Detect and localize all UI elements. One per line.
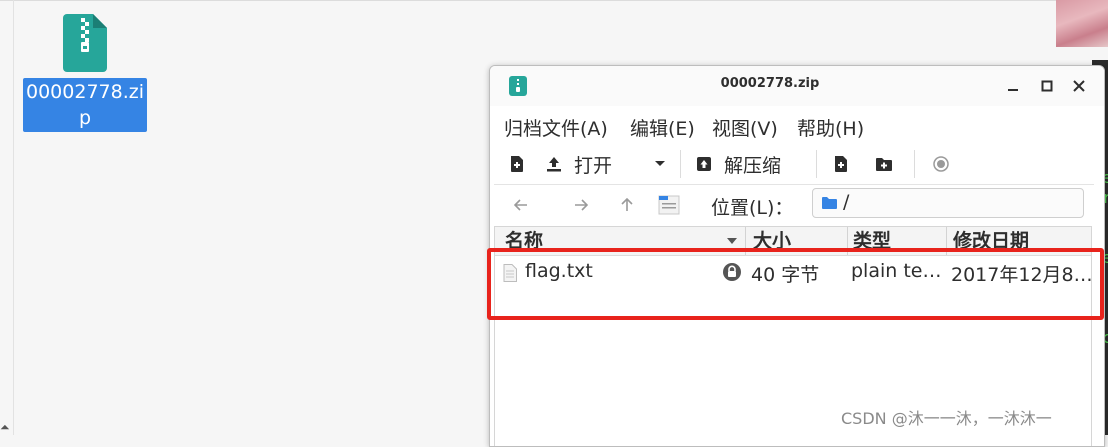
up-button[interactable] [616, 194, 638, 216]
minimize-icon [1008, 89, 1018, 91]
add-folder-button[interactable] [876, 150, 892, 178]
open-button[interactable]: 打开 [546, 150, 612, 178]
close-button[interactable] [1067, 74, 1091, 98]
add-files-button[interactable] [834, 150, 848, 178]
stop-button[interactable] [933, 150, 949, 178]
desktop-file-label: 00002778.zip [23, 78, 147, 132]
add-file-icon [835, 156, 847, 172]
new-archive-button[interactable] [510, 150, 524, 178]
wallpaper-photo-corner [1056, 0, 1108, 47]
forward-button[interactable] [570, 194, 592, 216]
open-label: 打开 [574, 154, 613, 177]
extract-label: 解压缩 [724, 154, 782, 177]
add-folder-icon [876, 158, 892, 171]
zip-archive-icon [63, 14, 107, 72]
toolbar: 打开 解压缩 [494, 144, 1094, 185]
folder-tree-icon [658, 195, 680, 215]
red-highlight-annotation [487, 248, 1104, 320]
location-input[interactable]: / [812, 188, 1084, 218]
up-arrow-icon [621, 198, 633, 211]
dropdown-caret-icon [655, 161, 665, 166]
window-title: 00002778.zip [720, 76, 820, 91]
desktop-edge [0, 0, 1060, 1]
sort-descending-icon [727, 238, 737, 244]
stop-icon [933, 156, 949, 172]
close-icon [1073, 80, 1085, 92]
open-dropdown-button[interactable] [654, 150, 666, 178]
desktop-panel-edge [13, 0, 14, 435]
location-bar: 位置(L)： / [494, 186, 1094, 224]
back-arrow-icon [514, 199, 527, 211]
extract-icon [697, 157, 711, 171]
back-button[interactable] [510, 194, 532, 216]
csdn-watermark: CSDN @沐一一沐，一沐沐一 [841, 409, 1052, 428]
maximize-button[interactable] [1035, 74, 1059, 98]
upload-icon [547, 157, 561, 172]
location-path: / [843, 191, 850, 213]
menu-help[interactable]: 帮助(H) [797, 114, 864, 141]
forward-arrow-icon [575, 199, 588, 211]
extract-button[interactable]: 解压缩 [696, 150, 781, 178]
maximize-icon [1041, 80, 1053, 92]
menu-archive[interactable]: 归档文件(A) [504, 114, 608, 141]
title-bar[interactable]: 00002778.zip [490, 66, 1104, 106]
minimize-button[interactable] [1001, 74, 1025, 98]
toolbar-separator [816, 150, 817, 178]
folder-tree-button[interactable] [658, 194, 680, 216]
new-archive-icon [511, 156, 523, 172]
toolbar-separator [914, 150, 915, 178]
toolbar-separator [680, 150, 681, 178]
menu-bar: 归档文件(A) 编辑(E) 视图(V) 帮助(H) [490, 110, 1104, 140]
desktop-corner-caret-icon: ⏶ [0, 420, 10, 434]
folder-icon [822, 197, 837, 209]
menu-edit[interactable]: 编辑(E) [630, 114, 695, 141]
menu-view[interactable]: 视图(V) [712, 114, 778, 141]
location-label: 位置(L)： [711, 197, 794, 219]
